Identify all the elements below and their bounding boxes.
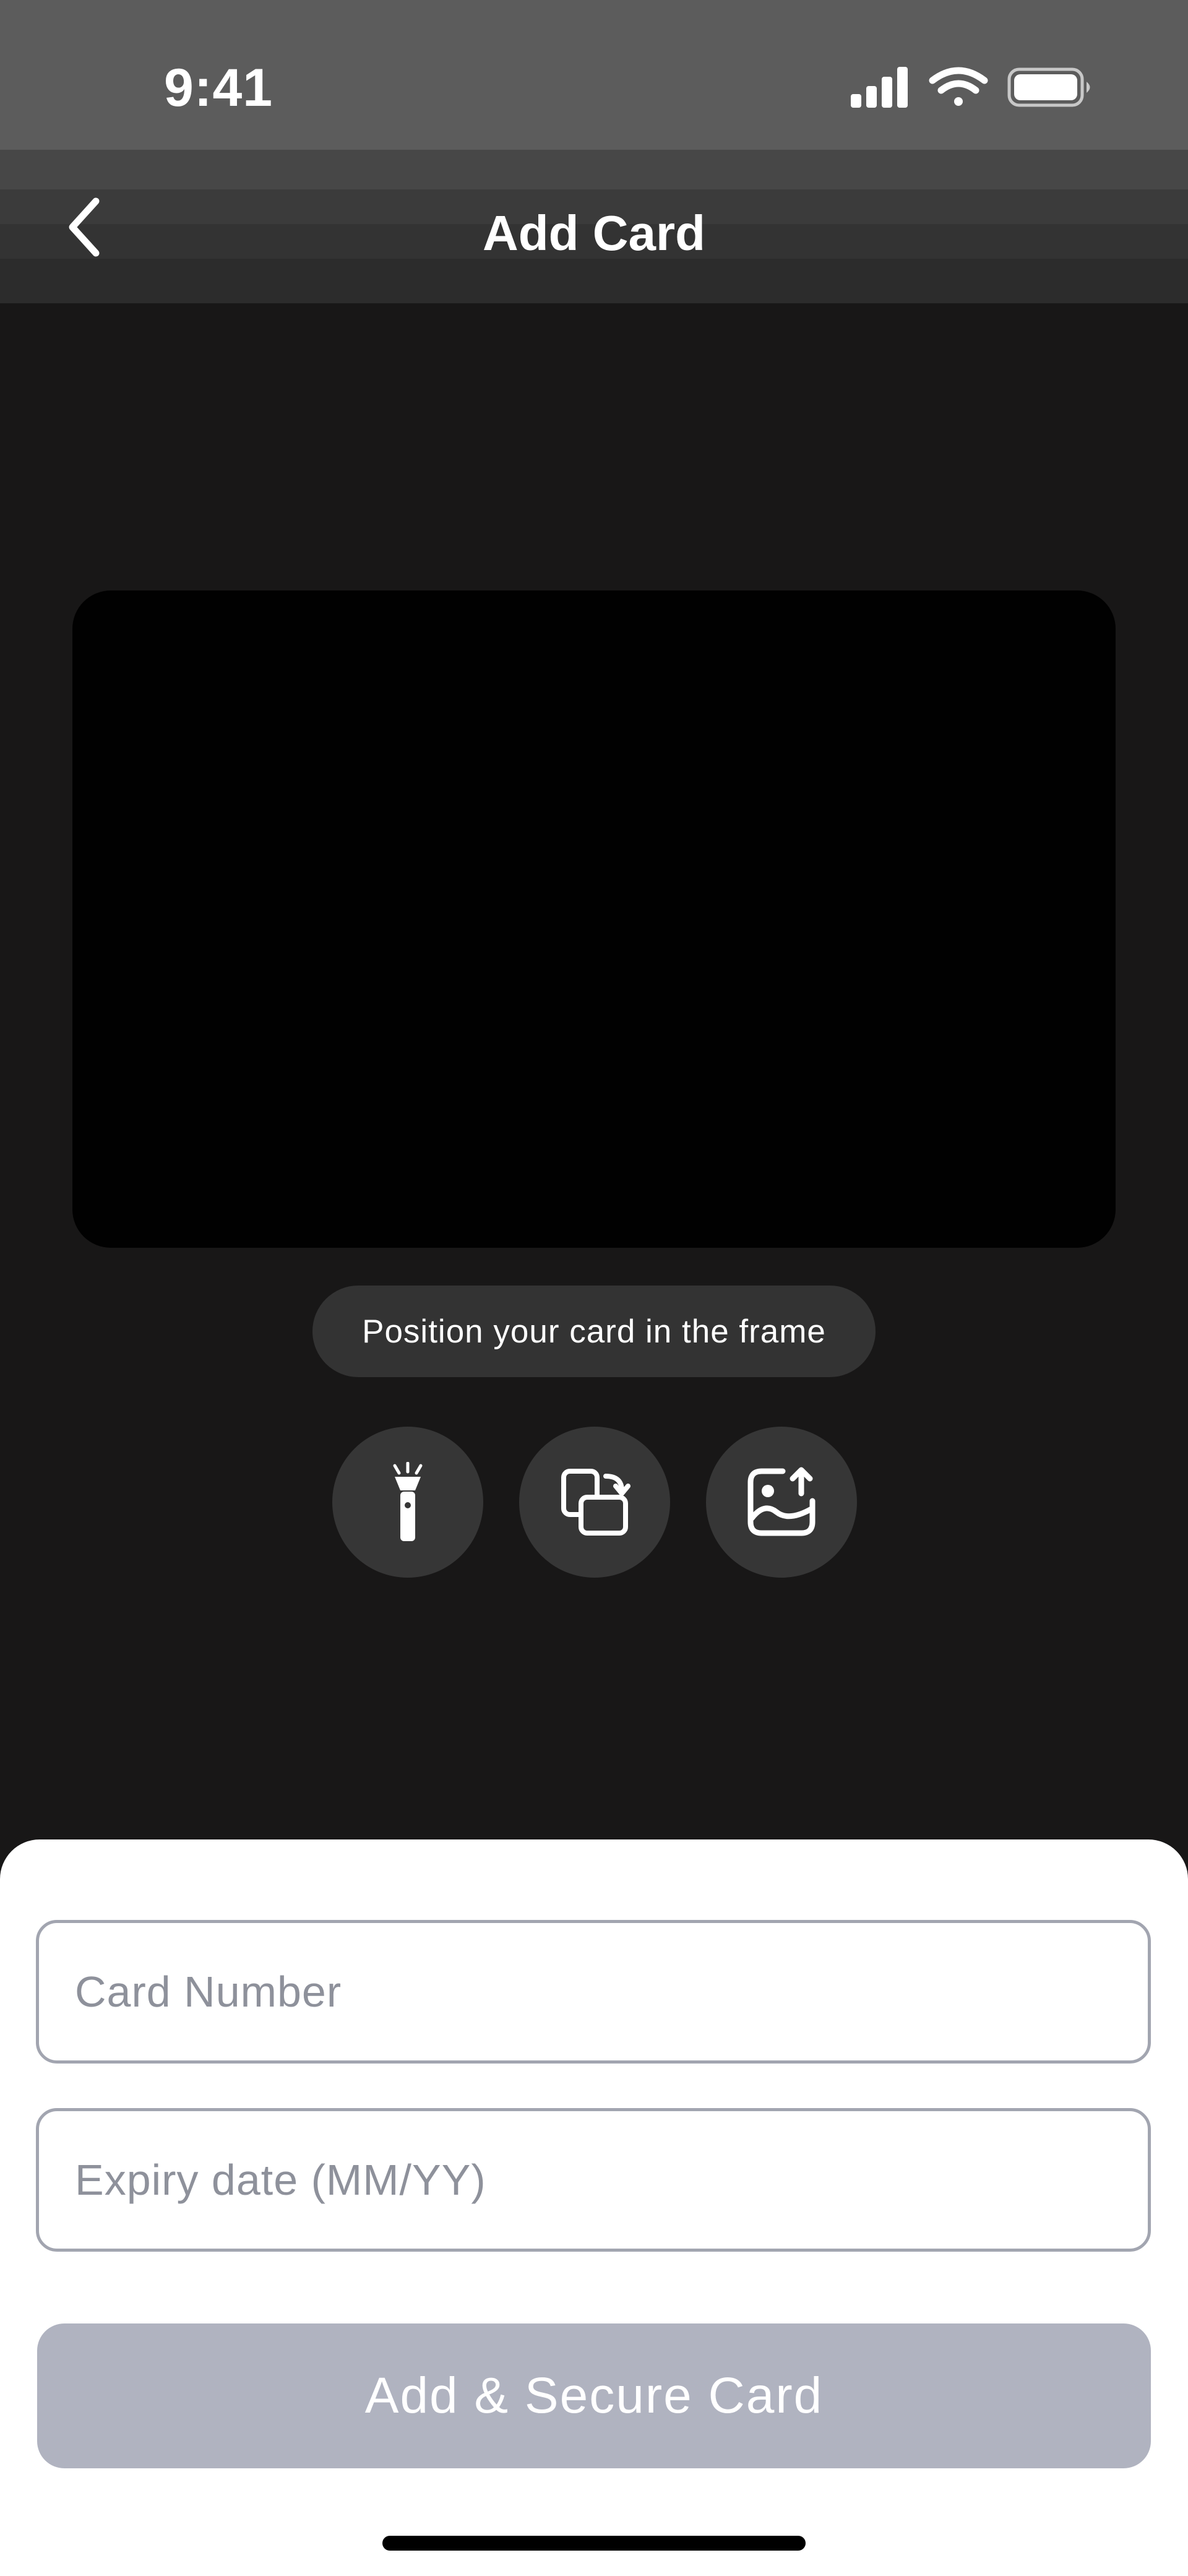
- expiry-date-input[interactable]: [39, 2111, 1148, 2249]
- battery-icon: [1007, 67, 1090, 107]
- cellular-signal-icon: [851, 67, 908, 108]
- upload-image-button[interactable]: [706, 1427, 857, 1578]
- page-title: Add Card: [483, 205, 705, 261]
- camera-viewfinder: [72, 590, 1116, 1248]
- flip-card-button[interactable]: [519, 1427, 670, 1578]
- wifi-icon: [929, 67, 988, 106]
- flashlight-button[interactable]: [332, 1427, 483, 1578]
- card-number-input[interactable]: [39, 1923, 1148, 2060]
- flashlight-icon: [393, 1462, 423, 1541]
- status-icons: [851, 67, 1098, 108]
- scan-hint-text: Position your card in the frame: [362, 1313, 826, 1350]
- status-bar: 9:41: [0, 0, 1188, 150]
- switch-camera-icon: [561, 1469, 631, 1536]
- upload-image-icon: [747, 1467, 816, 1536]
- status-icons-graphic: [851, 67, 1090, 108]
- home-indicator: [382, 2536, 806, 2551]
- card-number-field[interactable]: [36, 1920, 1151, 2064]
- status-time: 9:41: [164, 58, 273, 118]
- scan-hint: Position your card in the frame: [312, 1286, 876, 1377]
- add-secure-card-button[interactable]: Add & Secure Card: [37, 2323, 1151, 2468]
- nav-bar: Add Card: [0, 150, 1188, 303]
- expiry-date-field[interactable]: [36, 2108, 1151, 2252]
